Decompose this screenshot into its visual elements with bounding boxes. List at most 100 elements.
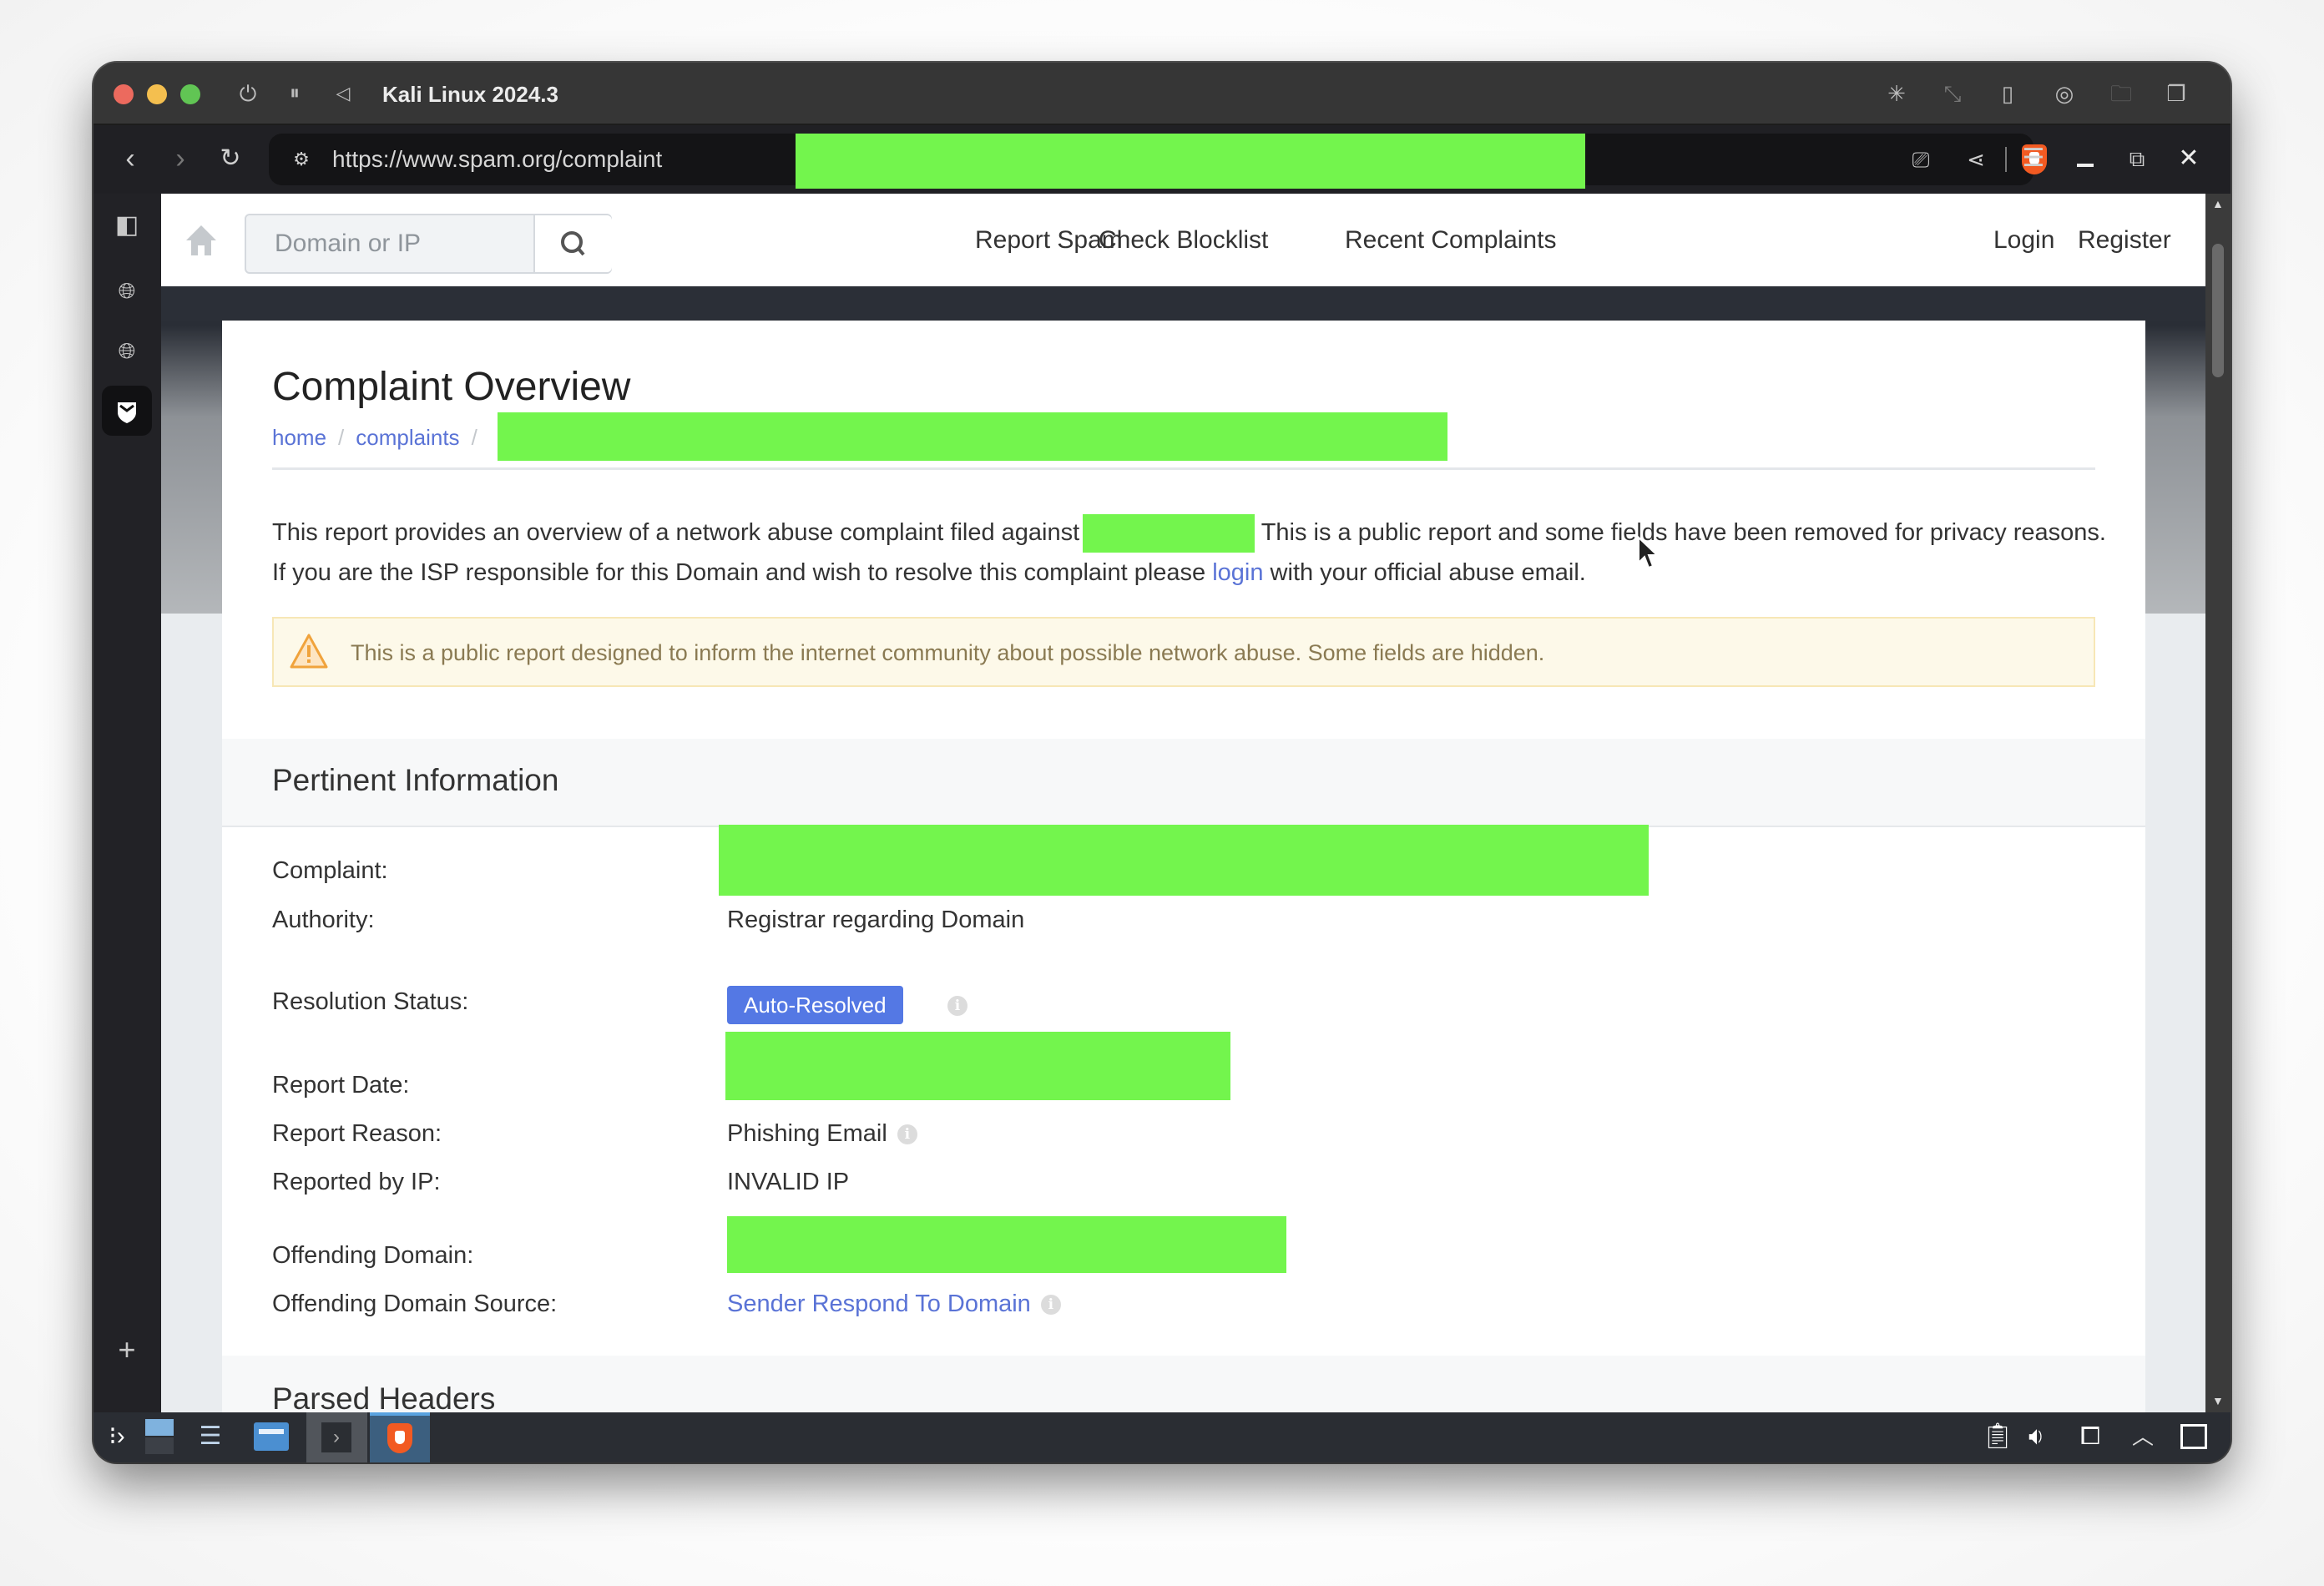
intro-text-3: with your official abuse email. [1263, 559, 1586, 587]
alert-text: This is a public report designed to info… [351, 640, 1545, 665]
hamburger-menu-icon[interactable]: ☰ [2017, 142, 2050, 175]
minimize-window-dot[interactable] [147, 84, 167, 104]
vm-title: Kali Linux 2024.3 [382, 82, 558, 107]
install-app-icon[interactable]: ⎚ [1907, 145, 1935, 174]
login-link[interactable]: login [1212, 559, 1263, 586]
volume-icon[interactable]: 🔉︎ [2028, 1417, 2059, 1456]
globe-icon[interactable]: 🌐︎ [110, 334, 144, 367]
label-resolution-status: Resolution Status: [272, 988, 469, 1015]
label-authority: Authority: [272, 907, 375, 933]
search-button[interactable] [533, 215, 612, 272]
browser-sidebar: ◧ 🌐︎ 🌐︎ + [93, 194, 163, 1412]
nav-login[interactable]: Login [1993, 225, 2054, 255]
site-settings-icon[interactable]: ⚙ [287, 145, 316, 174]
breadcrumb-home[interactable]: home [272, 425, 326, 450]
target-redaction [1083, 514, 1255, 553]
back-triangle-icon[interactable]: ◁ [329, 79, 357, 108]
nav-recent-complaints[interactable]: Recent Complaints [1345, 225, 1556, 255]
taskbar: ⁝› ☰ › 📋︎ 🔉︎ ⧠ ︿ [93, 1412, 2231, 1462]
brave-browser-icon[interactable] [370, 1412, 430, 1462]
label-report-reason: Report Reason: [272, 1120, 442, 1147]
label-report-date: Report Date: [272, 1072, 410, 1099]
public-report-alert: This is a public report designed to info… [272, 617, 2095, 687]
search-icon [561, 231, 585, 256]
resize-icon[interactable]: ⤡ [1938, 79, 1967, 108]
scroll-thumb[interactable] [2212, 244, 2224, 377]
pertinent-header: Pertinent Information [222, 739, 2145, 827]
mail-shield-icon[interactable] [102, 386, 152, 436]
kali-menu-icon[interactable]: ⁝› [102, 1417, 132, 1456]
web-content: Report Spam Check Blocklist Recent Compl… [161, 194, 2205, 1412]
title-divider [272, 467, 2095, 470]
nav-register[interactable]: Register [2078, 225, 2171, 255]
intro-text-1: This report provides an overview of a ne… [272, 519, 1080, 546]
vm-titlebar: ⏻ ⏸ ◁ Kali Linux 2024.3 ✳ ⤡ ▯ ◎ 🗀 ❐ [93, 63, 2231, 125]
tray-expand-icon[interactable]: ︿ [2132, 1417, 2157, 1456]
minimize-icon[interactable] [2069, 142, 2102, 175]
close-icon[interactable]: ✕ [2172, 142, 2205, 175]
terminal-icon[interactable]: › [306, 1412, 367, 1462]
workspace-switcher-icon[interactable] [145, 1417, 174, 1456]
reload-button[interactable]: ↻ [214, 142, 247, 175]
clipboard-icon[interactable]: 📋︎ [1982, 1417, 2013, 1456]
back-button[interactable]: ‹ [114, 142, 147, 175]
add-icon[interactable]: + [110, 1333, 144, 1366]
info-icon[interactable]: i [897, 1124, 917, 1145]
page-title: Complaint Overview [272, 365, 631, 409]
complaint-card: Complaint Overview home / complaints / This… [222, 321, 2145, 1412]
cursor-spark-icon[interactable]: ✳ [1882, 79, 1911, 108]
warning-icon [290, 634, 328, 669]
site-navbar: Report Spam Check Blocklist Recent Compl… [161, 194, 2205, 286]
url-redaction [796, 134, 1585, 189]
share-icon[interactable]: ⋖ [1962, 145, 1990, 174]
info-icon[interactable]: i [947, 996, 967, 1016]
complaint-redaction [719, 825, 1649, 896]
breadcrumb-redaction [498, 412, 1447, 461]
offending-domain-source-link[interactable]: Sender Respond To Domain [727, 1291, 1031, 1317]
scroll-up-arrow[interactable]: ▲ [2212, 197, 2224, 210]
show-desktop-icon[interactable] [2180, 1424, 2207, 1449]
status-badge: Auto-Resolved [727, 986, 903, 1024]
usb-icon[interactable]: ▯ [1993, 79, 2022, 108]
url-text[interactable]: https://www.spam.org/complaint [332, 145, 662, 174]
file-manager-icon[interactable] [254, 1417, 289, 1456]
page-scrollbar[interactable]: ▲ ▼ [2205, 194, 2231, 1412]
browser-toolbar: ‹ › ↻ ⚙ https://www.spam.org/complaint ⎚… [93, 125, 2231, 194]
value-authority: Registrar regarding Domain [727, 907, 1025, 933]
settings-icon[interactable]: ☰ [194, 1417, 227, 1456]
shared-folder-icon[interactable]: 🗀 [2107, 79, 2135, 108]
intro-paragraph: This report provides an overview of a ne… [272, 513, 2109, 593]
globe-icon[interactable]: 🌐︎ [110, 274, 144, 307]
vm-window: ⏻ ⏸ ◁ Kali Linux 2024.3 ✳ ⤡ ▯ ◎ 🗀 ❐ ‹ › … [93, 63, 2231, 1462]
value-reported-by-ip: INVALID IP [727, 1169, 850, 1195]
network-icon[interactable]: ⧠ [2080, 1417, 2110, 1456]
value-report-reason: Phishing Email i [727, 1119, 917, 1149]
restore-icon[interactable]: ⧉ [2120, 142, 2154, 175]
zoom-window-dot[interactable] [180, 84, 200, 104]
pause-icon[interactable]: ⏸ [280, 79, 309, 108]
label-complaint: Complaint: [272, 857, 388, 884]
search-input[interactable] [246, 215, 533, 272]
address-bar[interactable]: ⚙ https://www.spam.org/complaint ⎚ ⋖ [269, 134, 2047, 189]
power-icon[interactable]: ⏻ [234, 79, 262, 108]
pertinent-title: Pertinent Information [272, 763, 559, 797]
breadcrumb: home / complaints / [272, 424, 489, 451]
label-offending-domain-source: Offending Domain Source: [272, 1291, 558, 1317]
parsed-headers-title: Parsed Headers [272, 1381, 496, 1412]
parsed-headers-header: Parsed Headers [222, 1356, 2145, 1412]
offending-domain-redaction [727, 1216, 1286, 1273]
windows-icon[interactable]: ❐ [2162, 79, 2190, 108]
scroll-down-arrow[interactable]: ▼ [2212, 1394, 2224, 1407]
disc-icon[interactable]: ◎ [2050, 79, 2079, 108]
forward-button[interactable]: › [164, 142, 197, 175]
home-icon[interactable] [183, 222, 220, 259]
report-date-redaction [725, 1032, 1230, 1100]
close-window-dot[interactable] [114, 84, 134, 104]
breadcrumb-separator: / [338, 425, 345, 450]
value-offending-domain-source: Sender Respond To Domain i [727, 1289, 1061, 1319]
info-icon[interactable]: i [1040, 1295, 1061, 1316]
nav-check-blocklist[interactable]: Check Blocklist [1099, 225, 1268, 255]
sidebar-toggle-icon[interactable]: ◧ [110, 209, 144, 242]
breadcrumb-complaints[interactable]: complaints [356, 425, 459, 450]
label-reported-by-ip: Reported by IP: [272, 1169, 441, 1195]
